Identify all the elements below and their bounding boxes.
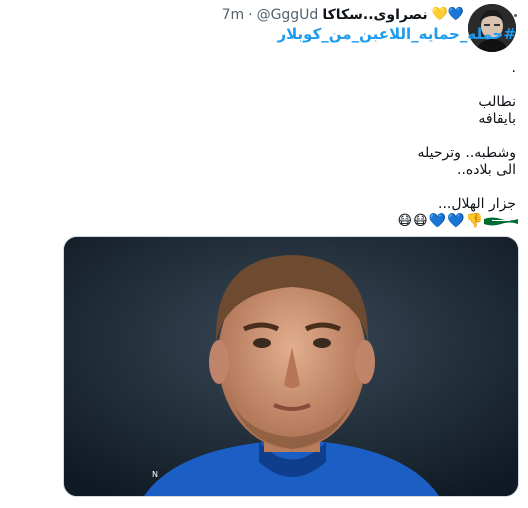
user-handle[interactable]: @GggUd <box>257 6 319 24</box>
tweet-text: . نطالب بايقافه وشطبه.. وترحيله الى بلاد… <box>76 60 516 213</box>
mask-face-icon: 😷 <box>413 213 428 229</box>
text-line: . <box>511 60 516 76</box>
text-line: وشطبه.. وترحيله <box>417 145 516 161</box>
saudi-flag-icon <box>484 216 518 226</box>
tweet-media-image[interactable]: N <box>63 236 519 497</box>
blue-heart-icon: 💙 <box>428 213 447 229</box>
name-emojis: 💛💙 <box>431 7 464 22</box>
mask-face-icon: 😷 <box>397 213 413 229</box>
svg-text:N: N <box>152 470 158 479</box>
display-name[interactable]: نصراوى..سكاكا <box>322 6 427 24</box>
text-line: نطالب <box>478 94 516 110</box>
text-line: الى بلاده.. <box>457 162 516 178</box>
hashtag-link[interactable]: #حمله_حمايه_اللاعبن_من_كوبلار <box>278 25 516 43</box>
separator: · <box>248 7 253 23</box>
emoji-line: 👎 💙 💙 😷 😷 <box>397 210 518 232</box>
timestamp[interactable]: 7m <box>222 6 245 24</box>
tweet[interactable]: 💛💙 نصراوى..سكاكا @GggUd · 7m #حمله_حمايه… <box>0 0 528 508</box>
text-line: بايقافه <box>478 111 516 127</box>
thumbs-down-icon: 👎 <box>465 213 483 229</box>
blue-heart-icon: 💙 <box>447 213 465 229</box>
tweet-header: 💛💙 نصراوى..سكاكا @GggUd · 7m <box>64 6 464 24</box>
